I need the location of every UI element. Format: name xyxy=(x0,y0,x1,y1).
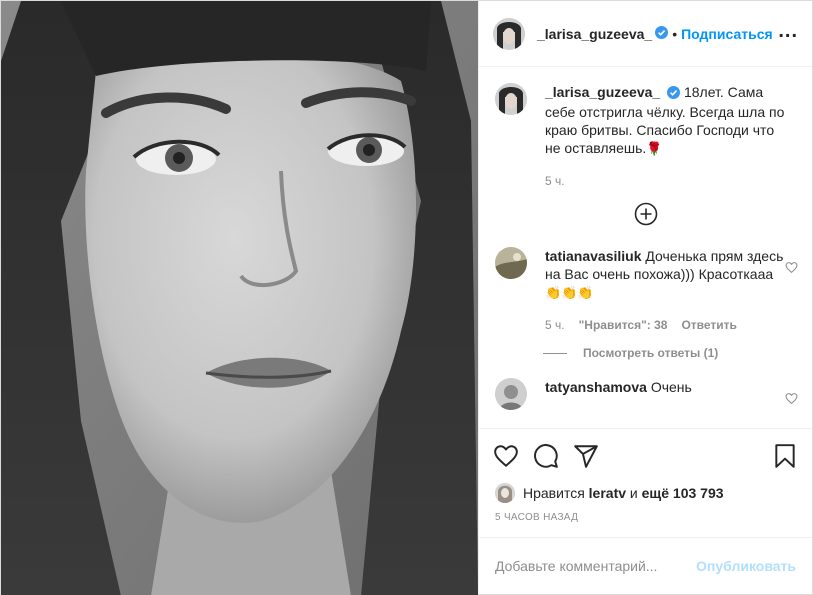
action-bar xyxy=(479,428,812,482)
commenter-avatar[interactable] xyxy=(495,247,527,279)
likes-and: и xyxy=(629,485,638,501)
caption: _larisa_guzeeva_ 18лет. Сама себе отстри… xyxy=(495,83,796,188)
posted-time[interactable]: 5 ЧАСОВ НАЗАД xyxy=(479,504,812,538)
liker-avatar[interactable] xyxy=(495,483,515,503)
liker-username[interactable]: leratv xyxy=(589,485,626,501)
post-photo[interactable] xyxy=(1,1,478,595)
clap-emoji: 👏👏👏 xyxy=(545,285,594,300)
likes-summary: Нравится leratv и ещё 103 793 xyxy=(479,482,812,504)
verified-badge-icon xyxy=(667,85,681,103)
commenter-avatar[interactable] xyxy=(495,378,527,410)
comment-text-block: tatianavasiliuk Доченька прям здесь на В… xyxy=(545,247,785,302)
comment-input[interactable] xyxy=(495,558,697,574)
comment-item: tatianavasiliuk Доченька прям здесь на В… xyxy=(495,247,798,332)
post-header: _larisa_guzeeva_ • Подписаться ... xyxy=(479,1,812,67)
caption-avatar[interactable] xyxy=(495,83,527,115)
author-avatar[interactable] xyxy=(493,17,525,50)
plus-circle-icon[interactable] xyxy=(634,202,658,229)
comment-username[interactable]: tatyanshamova xyxy=(545,379,647,395)
more-options-icon[interactable]: ... xyxy=(778,21,798,42)
separator-dot: • xyxy=(672,25,678,42)
load-more-comments[interactable] xyxy=(495,202,796,229)
comment-text-block: tatyanshamova Очень xyxy=(545,378,785,396)
rose-emoji: 🌹 xyxy=(646,141,663,156)
publish-button[interactable]: Опубликовать xyxy=(696,558,796,574)
comments-section[interactable]: _larisa_guzeeva_ 18лет. Сама себе отстри… xyxy=(479,67,812,428)
likes-count[interactable]: ещё 103 793 xyxy=(642,485,724,501)
comment-like-heart-icon[interactable] xyxy=(785,261,798,277)
comment-text: Очень xyxy=(650,379,692,395)
caption-text-block: _larisa_guzeeva_ 18лет. Сама себе отстри… xyxy=(545,83,785,158)
bookmark-icon[interactable] xyxy=(772,443,798,469)
paper-plane-icon[interactable] xyxy=(573,443,599,469)
portrait-image xyxy=(1,1,478,595)
comment-likes[interactable]: "Нравится": 38 xyxy=(579,318,668,332)
view-replies-label[interactable]: Посмотреть ответы (1) xyxy=(583,346,718,360)
comment-time[interactable]: 5 ч. xyxy=(545,318,565,332)
comment-icon[interactable] xyxy=(533,443,559,469)
author-username[interactable]: _larisa_guzeeva_ xyxy=(537,26,652,42)
comment-like-heart-icon[interactable] xyxy=(785,392,798,408)
post-sidebar: _larisa_guzeeva_ • Подписаться ... _lari… xyxy=(478,1,812,594)
view-replies[interactable]: Посмотреть ответы (1) xyxy=(543,346,796,360)
reply-button[interactable]: Ответить xyxy=(681,318,736,332)
add-comment-bar: Опубликовать xyxy=(479,538,812,594)
follow-button[interactable]: Подписаться xyxy=(681,26,773,42)
comment-item: tatyanshamova Очень xyxy=(495,378,798,410)
replies-divider xyxy=(543,352,567,354)
comment-username[interactable]: tatianavasiliuk xyxy=(545,248,642,264)
comment-meta: 5 ч. "Нравится": 38 Ответить xyxy=(545,318,785,332)
verified-badge-icon xyxy=(655,25,669,42)
caption-meta: 5 ч. xyxy=(545,174,785,188)
instagram-post: _larisa_guzeeva_ • Подписаться ... _lari… xyxy=(0,0,813,595)
likes-prefix: Нравится xyxy=(523,485,585,501)
caption-username[interactable]: _larisa_guzeeva_ xyxy=(545,84,660,100)
caption-time[interactable]: 5 ч. xyxy=(545,174,565,188)
heart-icon[interactable] xyxy=(493,443,519,469)
